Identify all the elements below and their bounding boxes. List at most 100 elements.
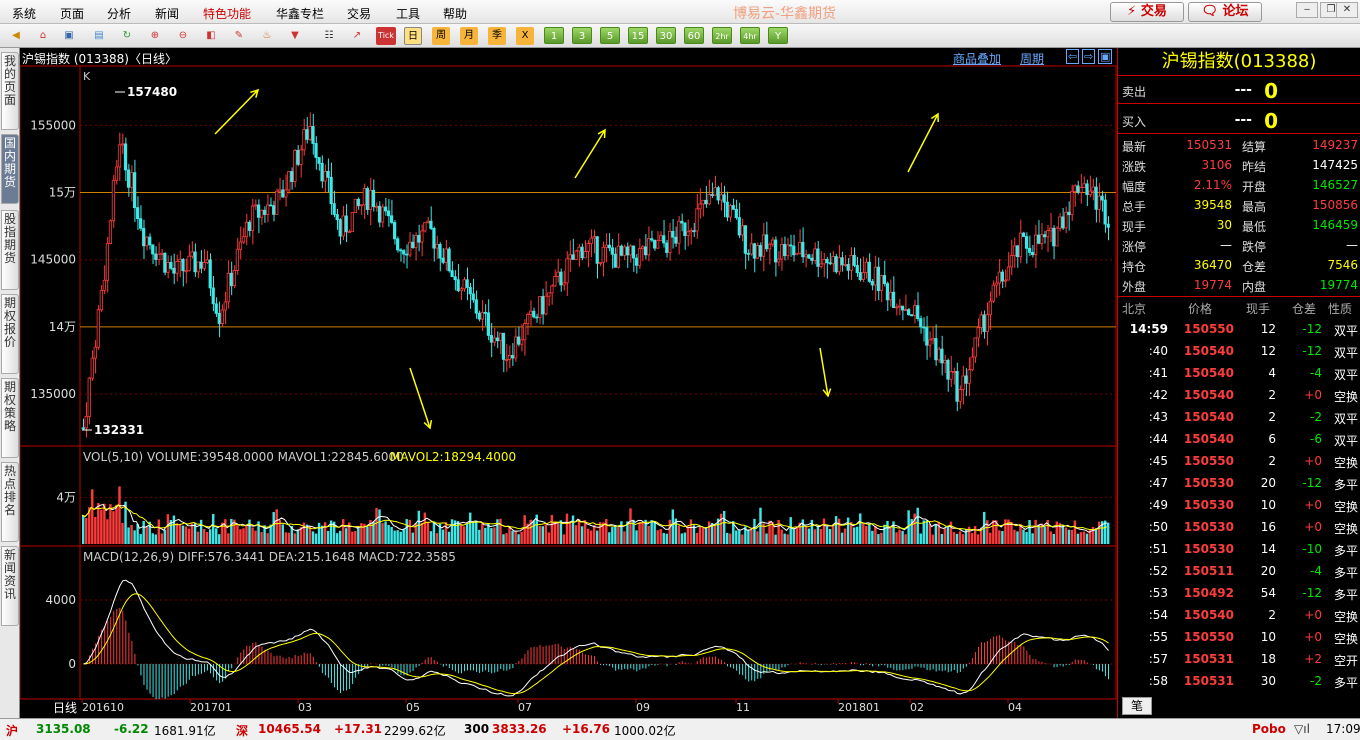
candle-body <box>1037 234 1041 244</box>
candle-body <box>979 314 983 329</box>
tick-oi-change: +0 <box>1304 608 1322 622</box>
tab-trades[interactable]: 笔 <box>1122 697 1152 715</box>
period-30-button[interactable]: 30 <box>656 27 676 44</box>
expand-icon[interactable]: ▣ <box>1098 49 1113 64</box>
candle-body <box>1082 183 1086 189</box>
tick-price: 150540 <box>1183 608 1234 622</box>
volume-bar <box>172 515 176 544</box>
period-60-button[interactable]: 60 <box>684 27 704 44</box>
candle-body <box>356 198 360 207</box>
forum-button[interactable]: 🗨 论坛 <box>1188 2 1262 22</box>
volume-bar <box>517 534 520 544</box>
period-link[interactable]: 周期 <box>1020 50 1044 67</box>
zoom-in-icon[interactable]: ⊕ <box>146 27 164 45</box>
filter-icon[interactable]: ▼ <box>286 27 304 45</box>
week-button[interactable]: 周 <box>432 27 450 45</box>
back-icon[interactable]: ◀ <box>7 27 25 45</box>
candle-body <box>801 241 805 258</box>
candle-body <box>680 220 684 224</box>
y-tick-label: 15万 <box>49 186 76 200</box>
quote-label: 最高 <box>1242 200 1267 214</box>
candle-body <box>136 207 140 220</box>
sidebar-tab-my-page[interactable]: 我的页面 <box>1 52 19 130</box>
menu-help[interactable]: 帮助 <box>443 5 467 22</box>
zoom-out-icon[interactable]: ⊖ <box>174 27 192 45</box>
sidebar-tab-domestic-futures[interactable]: 国内期货 <box>1 134 19 204</box>
tick-time: :49 <box>1148 498 1168 512</box>
month-button[interactable]: 月 <box>460 27 478 45</box>
trade-button[interactable]: ⚡ 交易 <box>1110 2 1184 22</box>
next-icon[interactable]: ⇨ <box>1082 49 1096 64</box>
volume-bar <box>296 529 300 544</box>
tick-time: 14:59 <box>1129 322 1168 336</box>
x-tick-label: 05 <box>406 701 420 714</box>
sidebar-tab-news[interactable]: 新闻资讯 <box>1 546 19 626</box>
sidebar-tab-options-quote[interactable]: 期权报价 <box>1 294 19 374</box>
candle-body <box>852 255 856 266</box>
menu-tools[interactable]: 工具 <box>396 5 420 22</box>
x-button[interactable]: X <box>516 27 534 45</box>
period-1-button[interactable]: 1 <box>544 27 564 44</box>
menu-system[interactable]: 系统 <box>12 5 36 22</box>
volume-bar <box>236 525 239 544</box>
candle-body <box>374 205 379 208</box>
period-5-button[interactable]: 5 <box>600 27 620 44</box>
vol-title: VOL(5,10) VOLUME:39548.0000 MAVOL1:22845… <box>83 450 404 464</box>
sidebar-tab-index-futures[interactable]: 股指期货 <box>1 210 19 290</box>
menu-news[interactable]: 新闻 <box>155 5 179 22</box>
prev-icon[interactable]: ⇦ <box>1066 49 1080 64</box>
close-icon[interactable]: ✕ <box>1336 2 1358 18</box>
tick-row: :52 150511 20 -4 多平 <box>1122 564 1358 584</box>
day-button[interactable]: 日 <box>404 27 422 45</box>
menu-page[interactable]: 页面 <box>60 5 84 22</box>
sell-volume: 0 <box>1264 79 1278 103</box>
candle-body <box>99 289 103 311</box>
period-15-button[interactable]: 15 <box>628 27 648 44</box>
layout-icon[interactable]: ◧ <box>202 27 220 45</box>
candle-body <box>879 275 884 292</box>
chart-area[interactable]: 155000 15万 145000 14万 135000 157480 132331 4万 40… <box>20 48 1117 718</box>
candle-body <box>529 310 533 315</box>
refresh-icon[interactable]: ↻ <box>118 27 136 45</box>
minimize-icon[interactable]: ‒ <box>1296 2 1318 18</box>
table-icon[interactable]: ☷ <box>320 27 338 45</box>
draw-icon[interactable]: ✎ <box>230 27 248 45</box>
period-2hr-button[interactable]: 2hr <box>712 27 732 44</box>
sidebar-tab-options-strategy[interactable]: 期权策略 <box>1 378 19 458</box>
window-icon[interactable]: ▤ <box>90 27 108 45</box>
candle-body <box>187 255 191 272</box>
tick-button[interactable]: Tick <box>376 27 396 45</box>
menu-features[interactable]: 特色功能 <box>203 5 251 22</box>
candle-body <box>377 205 382 223</box>
period-y-button[interactable]: Y <box>768 27 788 44</box>
candle-body <box>480 311 484 320</box>
menu-analysis[interactable]: 分析 <box>107 5 131 22</box>
candle-body <box>456 279 460 292</box>
volume-bar <box>774 534 777 544</box>
volume-bar <box>387 524 390 544</box>
home-icon[interactable]: ⌂ <box>34 27 52 45</box>
kline-chart[interactable]: 155000 15万 145000 14万 135000 157480 132331 4万 40… <box>20 48 1117 718</box>
season-button[interactable]: 季 <box>488 27 506 45</box>
tick-price: 150530 <box>1183 520 1234 534</box>
volume-bar <box>686 526 690 544</box>
overlay-link[interactable]: 商品叠加 <box>953 50 1001 67</box>
candle-body <box>193 251 197 273</box>
candle-body <box>976 327 980 339</box>
menu-column[interactable]: 华鑫专栏 <box>276 5 324 22</box>
candle-body <box>513 336 518 359</box>
period-3-button[interactable]: 3 <box>572 27 592 44</box>
indicator-icon[interactable]: ♨ <box>258 27 276 45</box>
candle-body <box>492 337 497 343</box>
candle-body <box>650 238 654 241</box>
chart-line-icon[interactable]: ↗ <box>348 27 366 45</box>
candle-body <box>656 240 660 249</box>
volume-bar <box>877 534 880 544</box>
monitor-icon[interactable]: ▣ <box>60 27 78 45</box>
sidebar-tab-hot-ranking[interactable]: 热点排名 <box>1 462 19 542</box>
volume-bar <box>109 504 112 544</box>
volume-bar <box>493 527 496 544</box>
menu-trade[interactable]: 交易 <box>347 5 371 22</box>
period-4hr-button[interactable]: 4hr <box>740 27 760 44</box>
candle-body <box>438 243 442 259</box>
